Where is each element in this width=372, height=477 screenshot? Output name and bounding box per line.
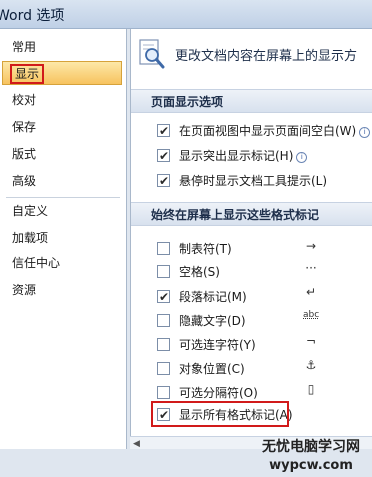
- option-label: 可选连字符(Y): [179, 338, 256, 352]
- sidebar-item-resources[interactable]: 资源: [2, 278, 122, 302]
- paragraph-mark-icon: ↵: [305, 285, 317, 299]
- checkbox[interactable]: ✔: [157, 124, 170, 138]
- checkbox[interactable]: ✔: [157, 149, 170, 163]
- hidden-text-mark-icon: abc: [303, 310, 320, 320]
- sidebar-item-save[interactable]: 保存: [2, 115, 122, 139]
- space-mark-icon: ···: [305, 261, 317, 275]
- sidebar-item-addins[interactable]: 加载项: [2, 226, 122, 250]
- checkbox[interactable]: [157, 265, 170, 278]
- checkbox[interactable]: [157, 362, 170, 375]
- sidebar-item-label: 保存: [12, 120, 37, 134]
- section-format-marks: 始终在屏幕上显示这些格式标记: [131, 202, 372, 226]
- scroll-left-icon[interactable]: ◀: [133, 439, 140, 449]
- option-label: 制表符(T): [179, 242, 232, 256]
- sidebar-item-label: 常用: [12, 40, 37, 54]
- annotation-highlight-box: [151, 401, 289, 427]
- option-label: 空格(S): [179, 265, 220, 279]
- checkbox[interactable]: [157, 242, 170, 255]
- sidebar-item-layout[interactable]: 版式: [2, 142, 122, 166]
- anchor-icon: ⚓: [305, 358, 317, 372]
- checkbox[interactable]: [157, 314, 170, 327]
- option-label: 隐藏文字(D): [179, 314, 246, 328]
- sidebar-item-label: 校对: [12, 93, 37, 107]
- window-title: Word 选项: [0, 8, 65, 24]
- watermark: 无忧电脑学习网 wypcw.com: [252, 438, 370, 476]
- checkmark-icon: ✔: [159, 124, 170, 138]
- checkbox[interactable]: ✔: [157, 174, 170, 188]
- section-page-display: 页面显示选项: [131, 89, 372, 113]
- info-icon: i: [359, 127, 371, 138]
- sidebar-item-trust-center[interactable]: 信任中心: [2, 251, 122, 275]
- sidebar: 常用 显示 校对 保存 版式 高级 自定义 加载项 信任中心 资源: [0, 29, 127, 449]
- checkbox[interactable]: [157, 338, 170, 351]
- checkmark-icon: ✔: [159, 290, 170, 304]
- option-label: 可选分隔符(O): [179, 386, 258, 400]
- panel-header-text: 更改文档内容在屏幕上的显示方: [175, 49, 358, 64]
- sidebar-item-label: 版式: [12, 147, 37, 161]
- info-icon: i: [296, 152, 308, 163]
- checkmark-icon: ✔: [159, 149, 170, 163]
- watermark-line-1: 无忧电脑学习网: [262, 439, 360, 455]
- sidebar-item-label: 高级: [12, 174, 37, 188]
- sidebar-item-label: 资源: [12, 283, 37, 297]
- option-label: 在页面视图中显示页面间空白(W): [179, 124, 357, 138]
- option-label: 显示突出显示标记(H): [179, 149, 294, 163]
- magnifier-page-icon: [139, 39, 165, 69]
- option-label: 悬停时显示文档工具提示(L): [179, 174, 328, 188]
- sidebar-item-label: 自定义: [12, 204, 49, 218]
- sidebar-item-display[interactable]: 显示: [2, 61, 122, 85]
- sidebar-item-advanced[interactable]: 高级: [2, 169, 122, 193]
- sidebar-item-label: 显示: [9, 64, 45, 84]
- sidebar-divider: [6, 197, 120, 198]
- hyphen-mark-icon: ¬: [305, 334, 317, 348]
- sidebar-item-general[interactable]: 常用: [2, 35, 122, 59]
- options-panel: 更改文档内容在屏幕上的显示方 页面显示选项 ✔ 在页面视图中显示页面间空白(W)…: [130, 29, 372, 449]
- watermark-line-2: wypcw.com: [269, 458, 353, 473]
- optional-break-mark-icon: ▯: [307, 382, 315, 396]
- checkbox[interactable]: ✔: [157, 290, 170, 304]
- checkmark-icon: ✔: [159, 174, 170, 188]
- panel-header: 更改文档内容在屏幕上的显示方: [131, 29, 372, 79]
- checkbox[interactable]: [157, 386, 170, 399]
- sidebar-item-proofing[interactable]: 校对: [2, 88, 122, 112]
- option-label: 段落标记(M): [179, 290, 247, 304]
- title-bar: Word 选项: [0, 0, 372, 29]
- sidebar-item-customize[interactable]: 自定义: [2, 199, 122, 223]
- tab-mark-icon: →: [305, 239, 317, 253]
- sidebar-item-label: 信任中心: [12, 256, 61, 270]
- option-label: 对象位置(C): [179, 362, 245, 376]
- sidebar-item-label: 加载项: [12, 231, 49, 245]
